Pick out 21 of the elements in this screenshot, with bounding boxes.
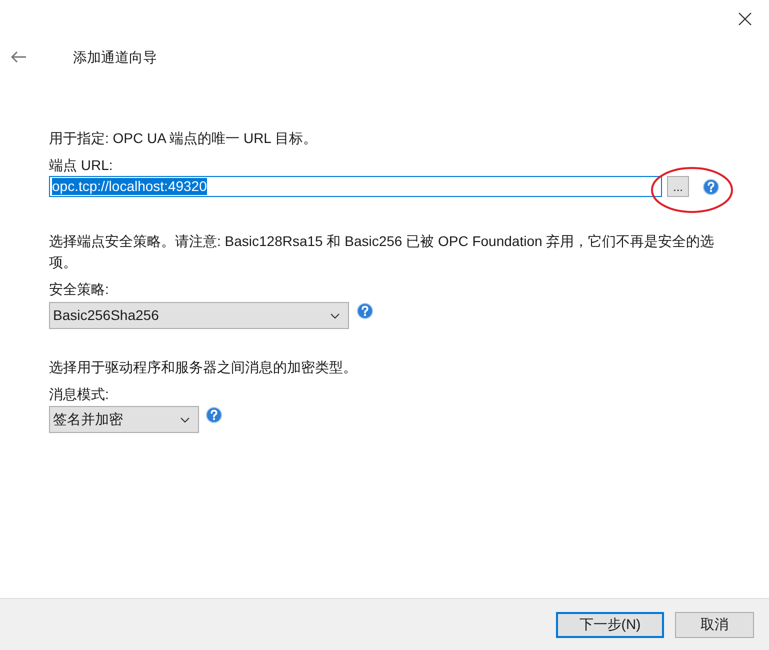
endpoint-description: 用于指定: OPC UA 端点的唯一 URL 目标。	[49, 129, 318, 148]
help-icon[interactable]	[703, 178, 719, 194]
message-mode-description: 选择用于驱动程序和服务器之间消息的加密类型。	[49, 358, 358, 377]
dialog-button[interactable]: 下一步(N)	[556, 612, 664, 638]
message-mode-label: 消息模式:	[49, 385, 110, 404]
chevron-down-icon	[180, 416, 190, 422]
security-policy-dropdown[interactable]: Basic256Sha256	[49, 302, 349, 329]
help-icon[interactable]	[206, 407, 222, 423]
endpoint-label: 端点 URL:	[49, 156, 114, 175]
url-value: opc.tcp://localhost:49320	[52, 178, 207, 195]
close-icon[interactable]	[738, 12, 752, 26]
wizard-title: 添加通道向导	[73, 48, 157, 66]
back-arrow-icon[interactable]	[11, 51, 27, 63]
dialog-button[interactable]: 取消	[675, 612, 754, 638]
security-description: 选择端点安全策略。请注意: Basic128Rsa15 和 Basic256 已被 OPC Foundation 弃用，它们不再是安全的选项。	[49, 232, 716, 272]
browse-button[interactable]: ...	[667, 176, 689, 197]
help-icon[interactable]	[357, 303, 373, 319]
security-label: 安全策略:	[49, 280, 110, 299]
url-field[interactable]: opc.tcp://localhost:49320	[49, 176, 662, 197]
message-mode-dropdown[interactable]: 签名并加密	[49, 406, 199, 433]
chevron-down-icon	[330, 312, 340, 318]
